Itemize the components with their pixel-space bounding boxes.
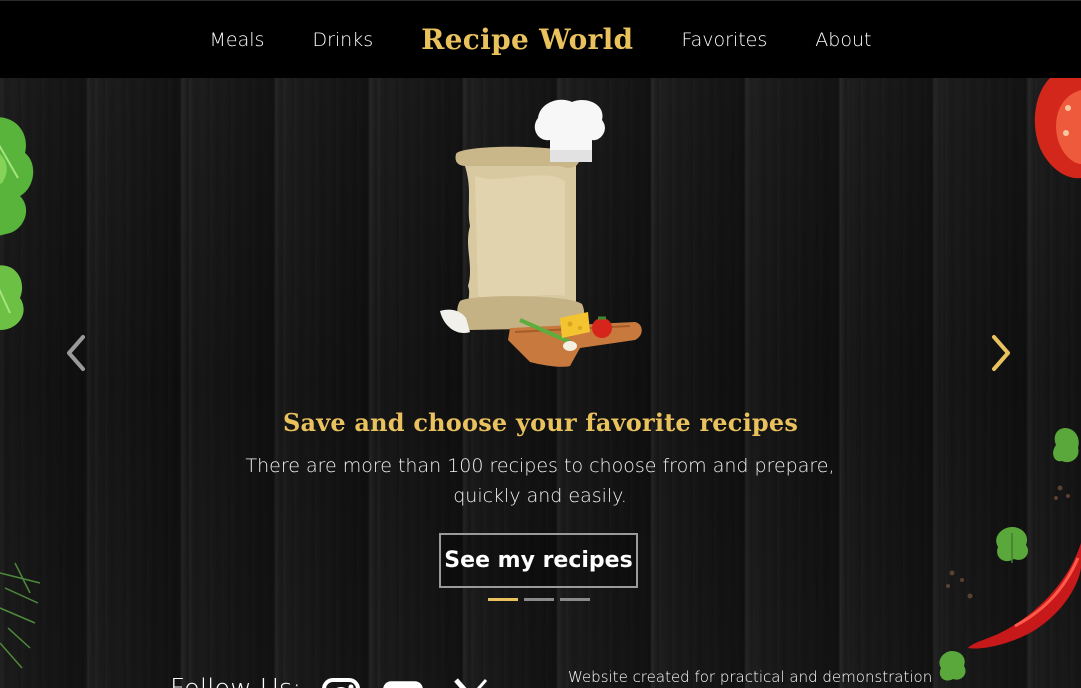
carousel-indicator-1[interactable] — [488, 598, 518, 601]
x-icon[interactable] — [452, 674, 492, 688]
chili-pepper-decoration — [968, 543, 1081, 649]
see-my-recipes-button[interactable]: See my recipes — [439, 533, 638, 588]
website-credit-text: Website created for practical and demons… — [568, 668, 933, 686]
nav-link-favorites[interactable]: Favorites — [681, 29, 767, 51]
slide-title: Save and choose your favorite recipes — [282, 408, 799, 437]
instagram-icon[interactable] — [322, 674, 362, 688]
slide-description: There are more than 100 recipes to choos… — [245, 455, 835, 507]
dill-decoration — [0, 562, 41, 669]
hero-carousel: Save and choose your favorite recipes Th… — [0, 78, 1081, 688]
follow-us-label: Follow Us: — [170, 674, 301, 688]
chevron-right-icon[interactable] — [986, 333, 1016, 373]
chevron-left-icon[interactable] — [61, 333, 91, 373]
lettuce-decoration — [0, 117, 34, 330]
carousel-indicator-2[interactable] — [524, 598, 554, 601]
youtube-icon[interactable] — [383, 674, 423, 688]
nav-link-drinks[interactable]: Drinks — [312, 29, 373, 51]
tomato-decoration — [1034, 78, 1081, 179]
nav-link-meals[interactable]: Meals — [210, 29, 265, 51]
top-navbar: Meals Drinks Recipe World Favorites Abou… — [0, 0, 1081, 78]
carousel-indicator-3[interactable] — [560, 598, 590, 601]
nav-link-about[interactable]: About — [815, 29, 871, 51]
brand-logo[interactable]: Recipe World — [421, 23, 633, 56]
recipe-scroll-illustration — [440, 99, 642, 367]
carousel-indicators — [488, 598, 596, 601]
parsley-decoration — [939, 651, 966, 681]
